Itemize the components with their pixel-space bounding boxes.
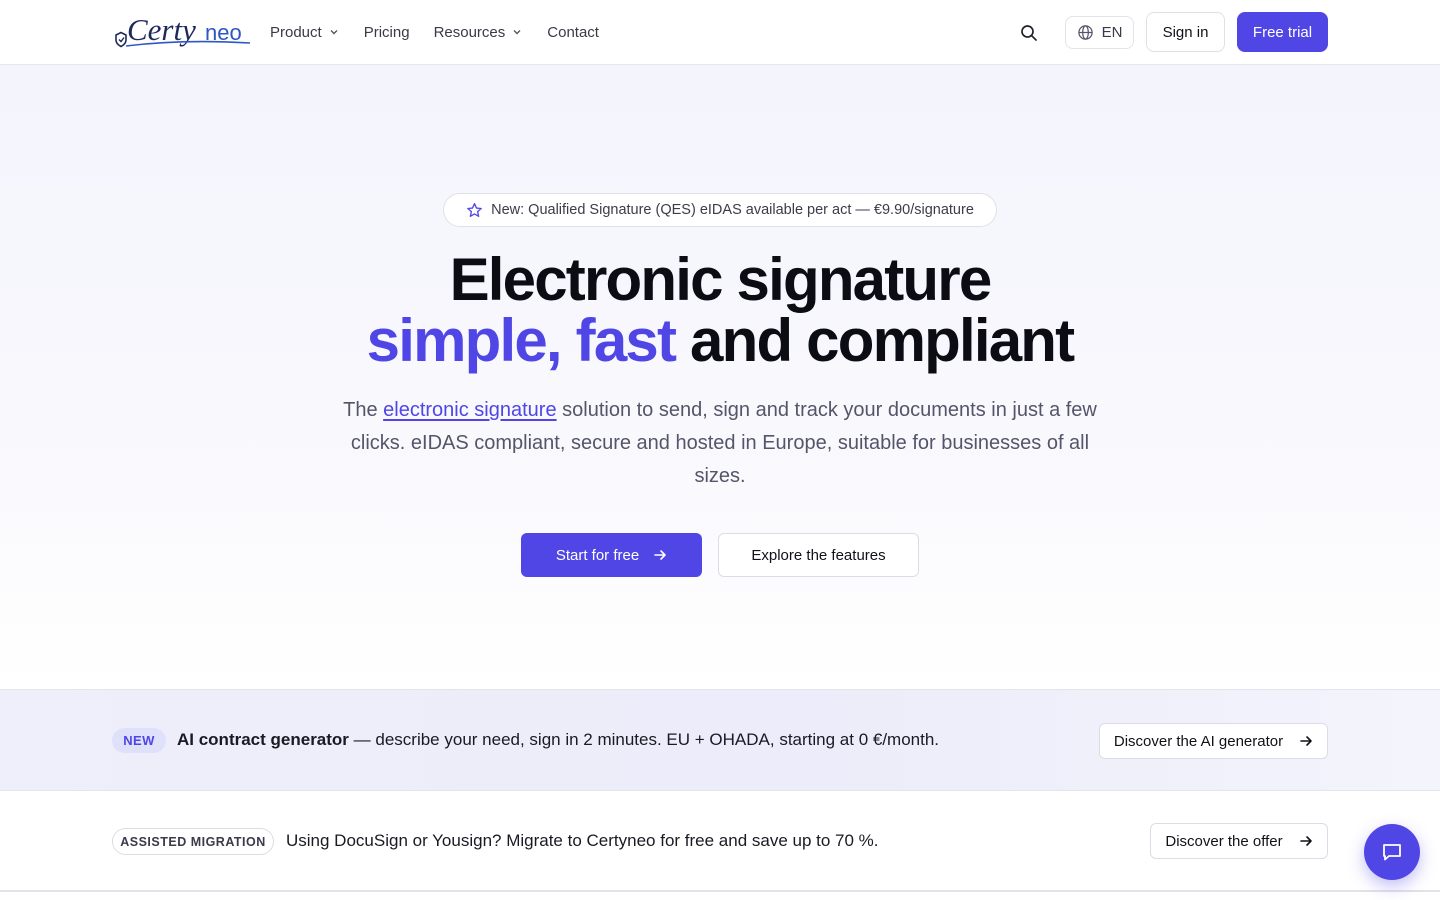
electronic-signature-link[interactable]: electronic signature	[383, 399, 556, 421]
badge-text: New: Qualified Signature (QES) eIDAS ava…	[491, 202, 974, 218]
chat-widget-button[interactable]	[1364, 824, 1420, 880]
nav-item-resources[interactable]: Resources	[434, 24, 524, 41]
discover-offer-button[interactable]: Discover the offer	[1150, 823, 1328, 859]
arrow-right-icon	[654, 550, 666, 560]
assisted-migration-tag: ASSISTED MIGRATION	[112, 828, 274, 855]
search-icon	[1021, 25, 1037, 41]
chevron-down-icon	[513, 30, 521, 35]
nav-item-product[interactable]: Product	[270, 24, 340, 41]
certyneo-logo: Certy neo	[115, 12, 251, 48]
hero-title: Electronic signature simple, fast and co…	[0, 249, 1440, 371]
language-label: EN	[1101, 24, 1123, 41]
ai-banner-text: AI contract generator — describe your ne…	[177, 730, 940, 749]
hero-section: New: Qualified Signature (QES) eIDAS ava…	[0, 65, 1440, 690]
main-nav: Product Pricing Resources Contact	[270, 0, 623, 64]
globe-icon	[1077, 25, 1093, 40]
start-for-free-button[interactable]: Start for free	[521, 533, 702, 577]
hero-title-accent: simple, fast	[366, 307, 677, 374]
sign-in-button[interactable]: Sign in	[1146, 12, 1225, 52]
logo[interactable]: Certy neo	[112, 10, 254, 54]
new-tag: NEW	[112, 728, 166, 753]
ai-generator-banner: NEW AI contract generator — describe you…	[0, 689, 1440, 791]
chat-bubble-icon	[1383, 844, 1401, 861]
site-header: Certy neo Product Pricing Resources Cont…	[0, 0, 1440, 65]
language-selector[interactable]: EN	[1065, 16, 1134, 49]
announcement-badge[interactable]: New: Qualified Signature (QES) eIDAS ava…	[443, 193, 997, 227]
free-trial-button[interactable]: Free trial	[1237, 12, 1328, 52]
discover-ai-generator-button[interactable]: Discover the AI generator	[1099, 723, 1328, 759]
hero-title-line1: Electronic signature	[449, 246, 993, 313]
search-button[interactable]	[1016, 20, 1042, 46]
migration-banner-text: Using DocuSign or Yousign? Migrate to Ce…	[286, 831, 879, 850]
nav-item-contact[interactable]: Contact	[547, 24, 599, 41]
arrow-right-icon	[1300, 736, 1312, 746]
arrow-right-icon	[1299, 836, 1312, 846]
hero-subtitle: The electronic signature solution to sen…	[343, 399, 1097, 487]
nav-item-pricing[interactable]: Pricing	[364, 24, 410, 41]
chevron-down-icon	[330, 30, 338, 35]
explore-features-button[interactable]: Explore the features	[718, 533, 919, 577]
star-icon	[467, 202, 482, 217]
migration-banner: ASSISTED MIGRATION Using DocuSign or You…	[0, 791, 1440, 892]
hero-title-rest: and compliant	[675, 307, 1075, 374]
